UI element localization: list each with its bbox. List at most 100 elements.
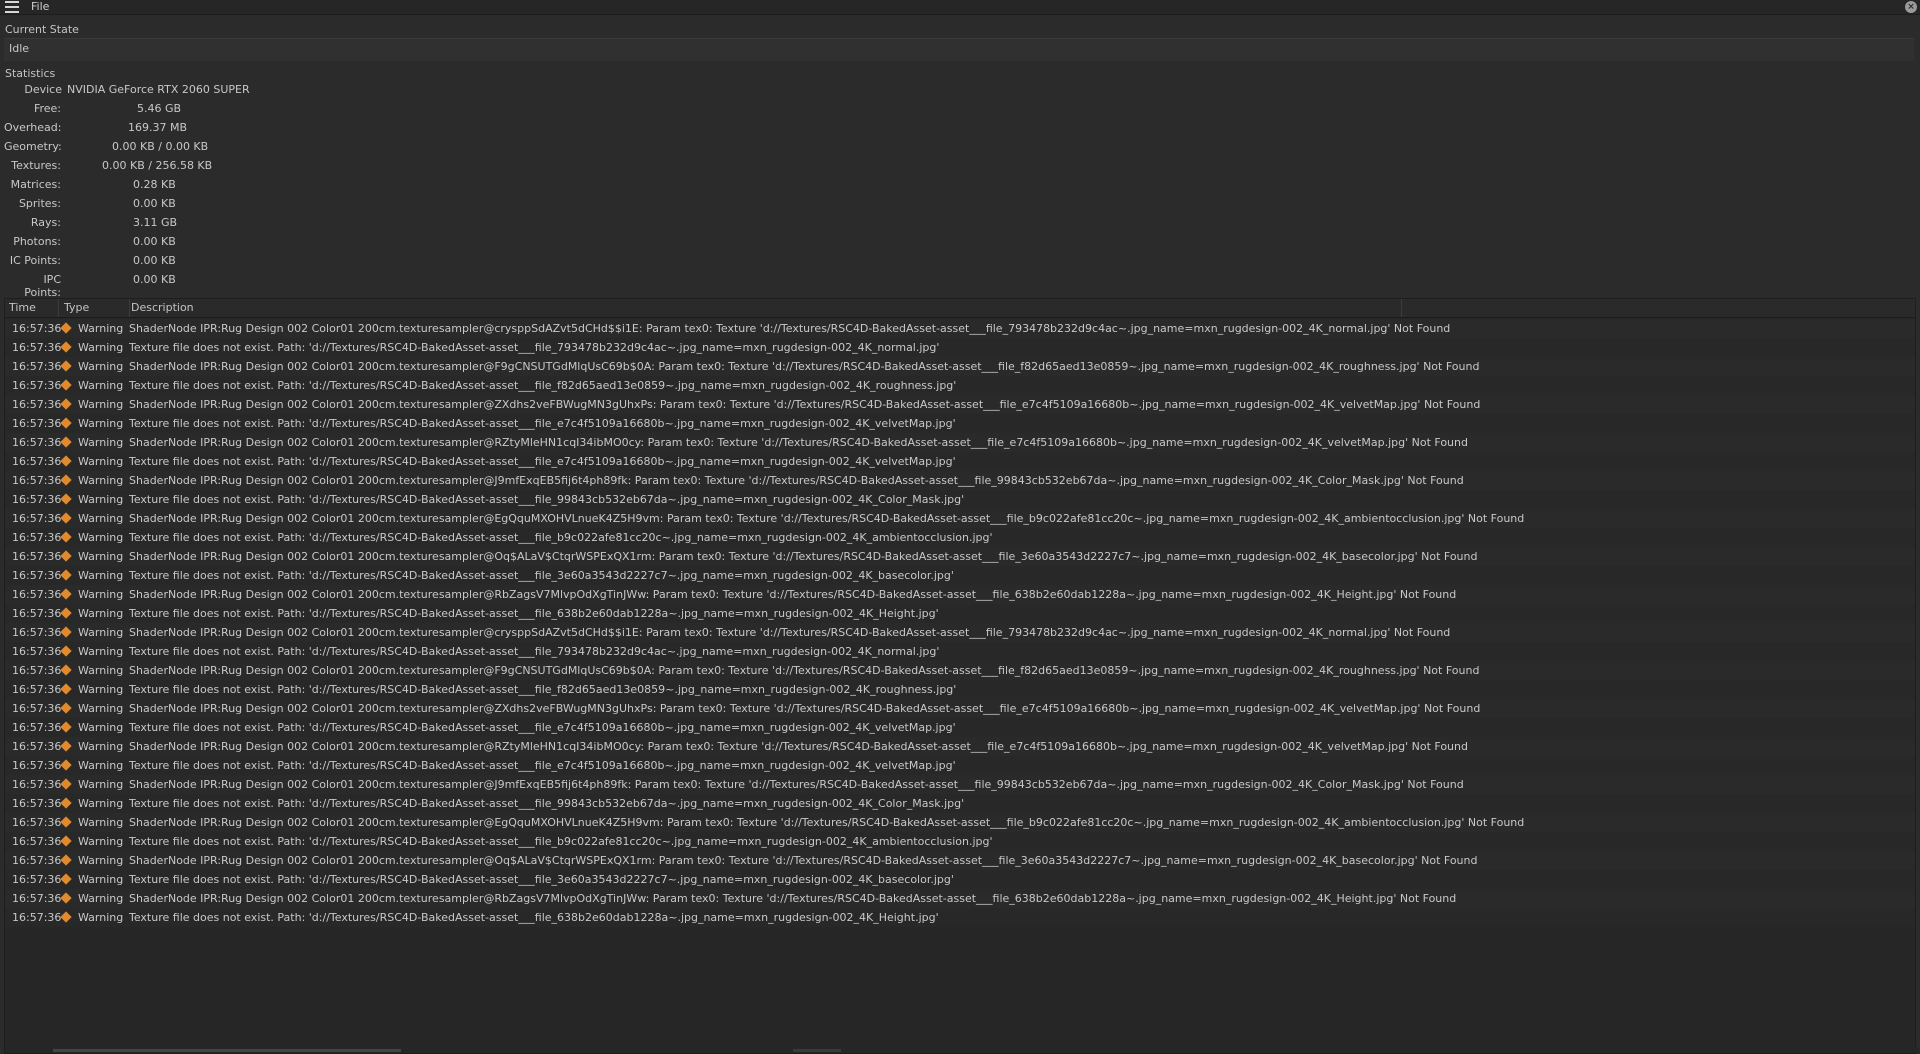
log-time: 16:57:36 <box>12 341 62 354</box>
log-description: Texture file does not exist. Path: 'd://… <box>129 607 939 620</box>
log-row[interactable]: 16:57:36 Warning ShaderNode IPR:Rug Design… <box>5 395 1915 414</box>
warning-icon <box>60 759 72 771</box>
log-description: ShaderNode IPR:Rug Design 002 Color01 20… <box>129 778 1464 791</box>
warning-icon <box>60 607 72 619</box>
log-time: 16:57:36 <box>12 854 62 867</box>
stat-value: 169.37 MB <box>128 121 188 134</box>
column-header-time[interactable]: Time <box>9 299 59 317</box>
log-time: 16:57:36 <box>12 531 62 544</box>
stat-value: 0.00 KB / 256.58 KB <box>102 159 213 172</box>
warning-icon <box>60 474 72 486</box>
log-type: Warning <box>78 398 124 411</box>
log-time: 16:57:36 <box>12 892 62 905</box>
log-row[interactable]: 16:57:36 Warning Texture file does not exi… <box>5 680 1915 699</box>
menu-file[interactable]: File <box>31 0 49 14</box>
log-row[interactable]: 16:57:36 Warning ShaderNode IPR:Rug Design… <box>5 357 1915 376</box>
column-header-type[interactable]: Type <box>60 299 130 317</box>
log-time: 16:57:36 <box>12 702 62 715</box>
stat-label: Photons: <box>13 235 61 248</box>
log-description: ShaderNode IPR:Rug Design 002 Color01 20… <box>129 740 1468 753</box>
log-description: ShaderNode IPR:Rug Design 002 Color01 20… <box>129 816 1525 829</box>
stat-value: 0.00 KB / 0.00 KB <box>112 140 209 153</box>
log-row[interactable]: 16:57:36 Warning Texture file does not exi… <box>5 908 1915 927</box>
log-type: Warning <box>78 740 124 753</box>
stat-row: Rays: 3.11 GB <box>4 216 404 235</box>
log-time: 16:57:36 <box>12 588 62 601</box>
log-type: Warning <box>78 322 124 335</box>
log-row[interactable]: 16:57:36 Warning Texture file does not exi… <box>5 642 1915 661</box>
log-type: Warning <box>78 778 124 791</box>
log-description: Texture file does not exist. Path: 'd://… <box>129 873 954 886</box>
log-row[interactable]: 16:57:36 Warning ShaderNode IPR:Rug Design… <box>5 509 1915 528</box>
log-row[interactable]: 16:57:36 Warning ShaderNode IPR:Rug Design… <box>5 737 1915 756</box>
log-type: Warning <box>78 588 124 601</box>
log-row[interactable]: 16:57:36 Warning Texture file does not exi… <box>5 490 1915 509</box>
log-type: Warning <box>78 816 124 829</box>
warning-icon <box>60 740 72 752</box>
menu-icon[interactable] <box>5 1 19 13</box>
log-row[interactable]: 16:57:36 Warning Texture file does not exi… <box>5 604 1915 623</box>
log-time: 16:57:36 <box>12 360 62 373</box>
log-type: Warning <box>78 341 124 354</box>
log-row[interactable]: 16:57:36 Warning ShaderNode IPR:Rug Design… <box>5 661 1915 680</box>
log-row[interactable]: 16:57:36 Warning Texture file does not exi… <box>5 376 1915 395</box>
log-row[interactable]: 16:57:36 Warning Texture file does not exi… <box>5 566 1915 585</box>
log-type: Warning <box>78 702 124 715</box>
log-row[interactable]: 16:57:36 Warning ShaderNode IPR:Rug Design… <box>5 433 1915 452</box>
warning-icon <box>60 379 72 391</box>
log-row[interactable]: 16:57:36 Warning ShaderNode IPR:Rug Design… <box>5 775 1915 794</box>
log-description: ShaderNode IPR:Rug Design 002 Color01 20… <box>129 626 1451 639</box>
log-row[interactable]: 16:57:36 Warning Texture file does not exi… <box>5 794 1915 813</box>
warning-icon <box>60 797 72 809</box>
log-description: Texture file does not exist. Path: 'd://… <box>129 721 956 734</box>
log-time: 16:57:36 <box>12 455 62 468</box>
log-row[interactable]: 16:57:36 Warning Texture file does not exi… <box>5 870 1915 889</box>
log-row[interactable]: 16:57:36 Warning ShaderNode IPR:Rug Design… <box>5 547 1915 566</box>
log-row[interactable]: 16:57:36 Warning Texture file does not exi… <box>5 414 1915 433</box>
warning-icon <box>60 436 72 448</box>
log-time: 16:57:36 <box>12 759 62 772</box>
warning-icon <box>60 493 72 505</box>
log-time: 16:57:36 <box>12 740 62 753</box>
stat-value: 5.46 GB <box>137 102 182 115</box>
log-row[interactable]: 16:57:36 Warning ShaderNode IPR:Rug Design… <box>5 319 1915 338</box>
stat-row-device: Device NVIDIA GeForce RTX 2060 SUPER <box>4 83 404 102</box>
log-time: 16:57:36 <box>12 645 62 658</box>
log-description: Texture file does not exist. Path: 'd://… <box>129 531 993 544</box>
log-row[interactable]: 16:57:36 Warning Texture file does not exi… <box>5 718 1915 737</box>
log-type: Warning <box>78 493 124 506</box>
stat-row: Matrices: 0.28 KB <box>4 178 404 197</box>
stat-value: 0.28 KB <box>133 178 176 191</box>
log-row[interactable]: 16:57:36 Warning ShaderNode IPR:Rug Design… <box>5 699 1915 718</box>
warning-icon <box>60 721 72 733</box>
log-row[interactable]: 16:57:36 Warning Texture file does not exi… <box>5 338 1915 357</box>
warning-icon <box>60 854 72 866</box>
warning-icon <box>60 911 72 923</box>
log-row[interactable]: 16:57:36 Warning ShaderNode IPR:Rug Design… <box>5 851 1915 870</box>
log-row[interactable]: 16:57:36 Warning ShaderNode IPR:Rug Design… <box>5 623 1915 642</box>
log-row[interactable]: 16:57:36 Warning Texture file does not exi… <box>5 832 1915 851</box>
stat-label: Overhead: <box>4 121 62 134</box>
log-row[interactable]: 16:57:36 Warning ShaderNode IPR:Rug Design… <box>5 889 1915 908</box>
log-description: ShaderNode IPR:Rug Design 002 Color01 20… <box>129 588 1457 601</box>
stat-value: 3.11 GB <box>133 216 178 229</box>
stat-label: Textures: <box>11 159 61 172</box>
log-row[interactable]: 16:57:36 Warning Texture file does not exi… <box>5 756 1915 775</box>
log-time: 16:57:36 <box>12 379 62 392</box>
close-icon[interactable]: × <box>1905 1 1917 13</box>
horizontal-scrollbar[interactable] <box>9 1047 1919 1053</box>
log-description: ShaderNode IPR:Rug Design 002 Color01 20… <box>129 512 1525 525</box>
current-state-title: Current State <box>5 23 79 36</box>
log-time: 16:57:36 <box>12 664 62 677</box>
log-row[interactable]: 16:57:36 Warning Texture file does not exi… <box>5 528 1915 547</box>
log-row[interactable]: 16:57:36 Warning ShaderNode IPR:Rug Design… <box>5 813 1915 832</box>
column-header-description[interactable]: Description <box>129 299 1402 317</box>
log-description: Texture file does not exist. Path: 'd://… <box>129 493 965 506</box>
log-time: 16:57:36 <box>12 607 62 620</box>
log-type: Warning <box>78 721 124 734</box>
log-row[interactable]: 16:57:36 Warning ShaderNode IPR:Rug Design… <box>5 471 1915 490</box>
log-row[interactable]: 16:57:36 Warning ShaderNode IPR:Rug Design… <box>5 585 1915 604</box>
log-row[interactable]: 16:57:36 Warning Texture file does not exi… <box>5 452 1915 471</box>
log-time: 16:57:36 <box>12 436 62 449</box>
log-description: ShaderNode IPR:Rug Design 002 Color01 20… <box>129 664 1480 677</box>
